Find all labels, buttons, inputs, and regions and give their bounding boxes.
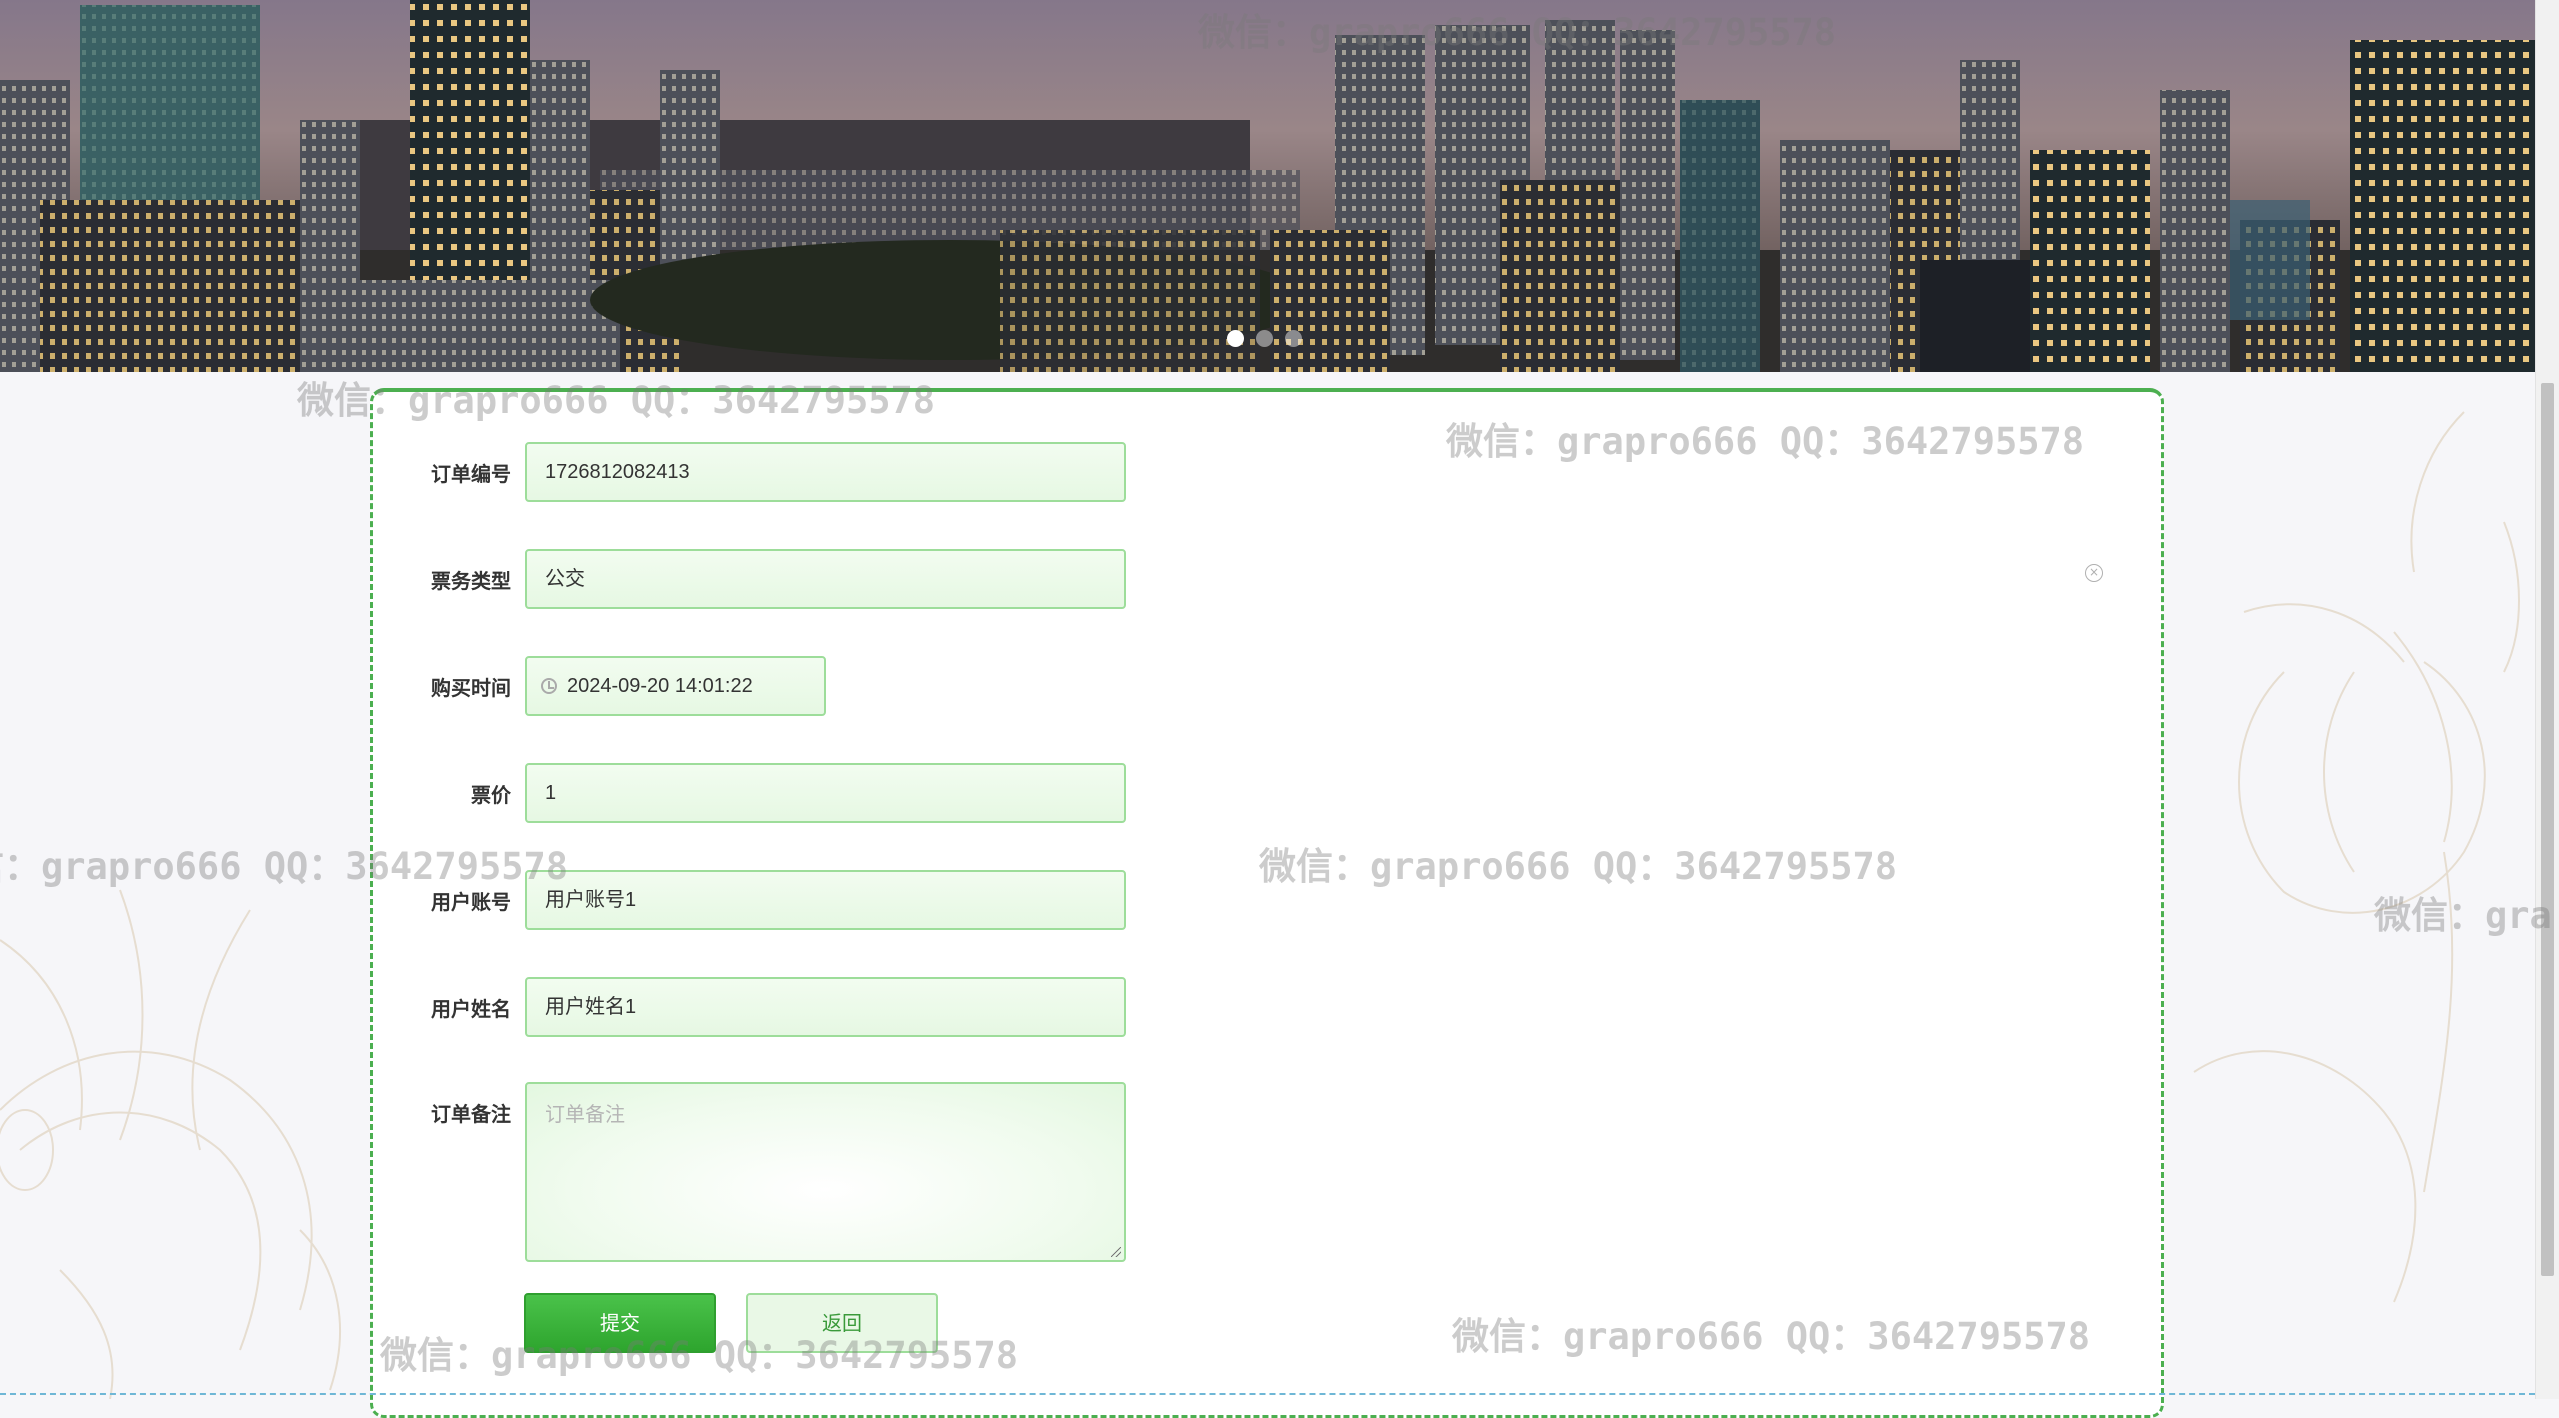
carousel-dot-3[interactable]	[1285, 330, 1302, 347]
form-row-remark: 订单备注 订单备注	[373, 1082, 1126, 1262]
form-row-price: 票价 1	[373, 763, 1126, 823]
order-edit-form: 订单编号 1726812082413 票务类型 公交 × 购买时间 2024-0…	[370, 388, 2164, 1418]
user-name-input[interactable]: 用户姓名1	[525, 977, 1126, 1037]
remark-textarea[interactable]: 订单备注	[525, 1082, 1126, 1262]
purchase-time-value: 2024-09-20 14:01:22	[567, 675, 753, 697]
clock-icon	[541, 678, 557, 694]
user-account-input[interactable]: 用户账号1	[525, 870, 1126, 930]
order-number-label: 订单编号	[431, 461, 511, 486]
resize-handle[interactable]	[1111, 1247, 1121, 1257]
form-row-ticket-type: 票务类型 公交	[373, 549, 1126, 609]
form-row-purchase-time: 购买时间 2024-09-20 14:01:22	[373, 656, 826, 716]
ticket-type-input[interactable]: 公交	[525, 549, 1126, 609]
back-button[interactable]: 返回	[746, 1293, 938, 1353]
banner-carousel[interactable]	[0, 0, 2535, 372]
remark-label: 订单备注	[431, 1102, 511, 1126]
form-row-user-name: 用户姓名 用户姓名1	[373, 977, 1126, 1037]
order-number-input[interactable]: 1726812082413	[525, 442, 1126, 502]
user-account-label: 用户账号	[431, 889, 511, 914]
city-skyline-image	[0, 0, 2535, 372]
carousel-indicators	[1227, 330, 1302, 347]
clear-circle-icon[interactable]: ×	[2085, 564, 2103, 582]
price-label: 票价	[471, 782, 511, 807]
user-name-label: 用户姓名	[431, 996, 511, 1021]
vertical-scrollbar-thumb[interactable]	[2541, 383, 2554, 1276]
remark-placeholder: 订单备注	[545, 1102, 625, 1126]
carousel-dot-1[interactable]	[1227, 330, 1244, 347]
purchase-time-picker[interactable]: 2024-09-20 14:01:22	[525, 656, 826, 716]
page-bottom-divider	[0, 1393, 2535, 1395]
submit-button[interactable]: 提交	[524, 1293, 716, 1353]
lotus-decoration-left	[0, 889, 341, 1399]
ticket-type-label: 票务类型	[431, 568, 511, 593]
lotus-decoration-right	[2193, 411, 2520, 1303]
price-input[interactable]: 1	[525, 763, 1126, 823]
carousel-dot-2[interactable]	[1256, 330, 1273, 347]
form-row-user-account: 用户账号 用户账号1	[373, 870, 1126, 930]
purchase-time-label: 购买时间	[431, 675, 511, 700]
form-row-order-number: 订单编号 1726812082413	[373, 442, 1126, 502]
